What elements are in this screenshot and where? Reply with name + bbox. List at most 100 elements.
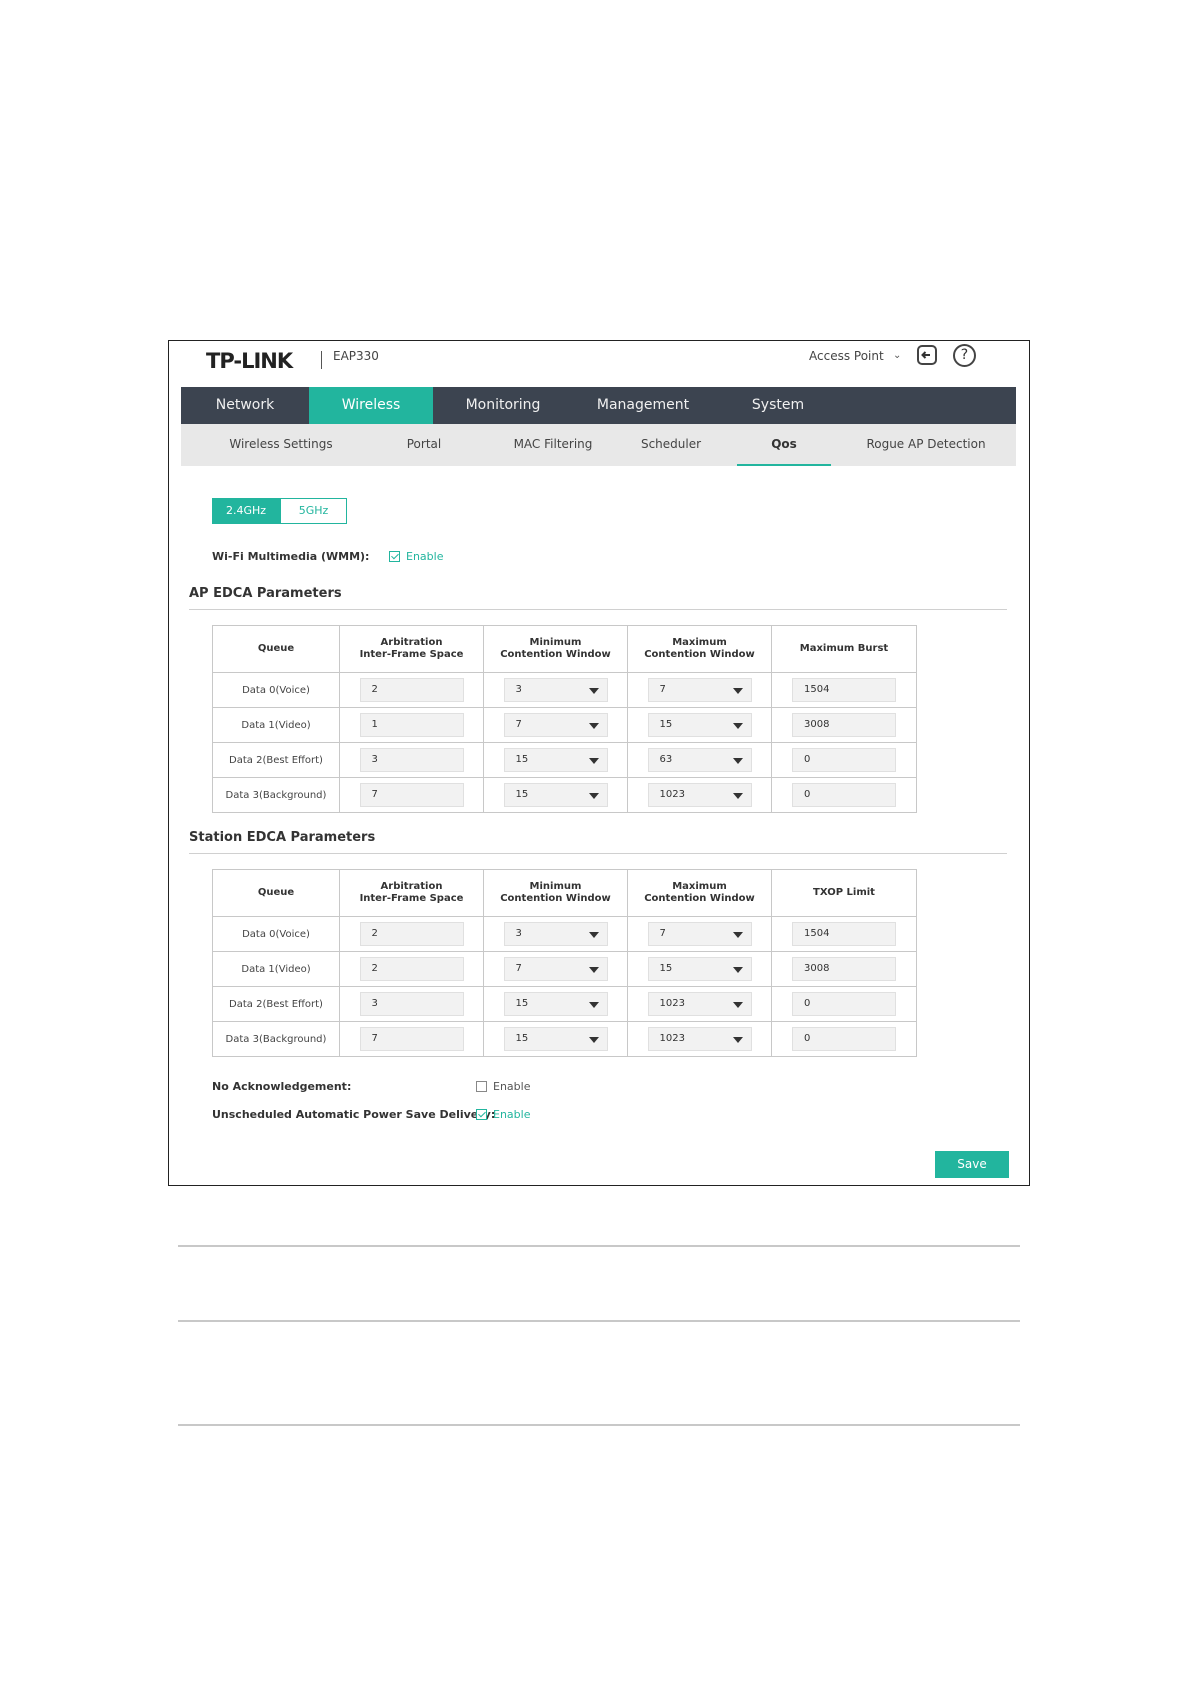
page-divider — [178, 1320, 1020, 1322]
cwmax-select[interactable]: 1023 — [647, 992, 752, 1016]
aifs-input[interactable]: 3 — [359, 992, 464, 1016]
txop-limit-input[interactable]: 0 — [792, 1027, 896, 1051]
main-nav-network[interactable]: Network — [181, 387, 309, 424]
selected-value: 7 — [515, 719, 522, 730]
cwmax-select[interactable]: 1023 — [647, 1027, 752, 1051]
table-row: Data 0(Voice) 2 3 7 1504 — [212, 672, 917, 708]
dropdown-caret-icon — [732, 688, 743, 694]
dropdown-caret-icon — [588, 793, 599, 799]
dropdown-caret-icon — [732, 932, 743, 938]
selected-value: 1023 — [659, 1033, 685, 1044]
aifs-input[interactable]: 2 — [359, 957, 464, 981]
main-nav-system[interactable]: System — [713, 387, 843, 424]
selected-value: 1023 — [659, 998, 685, 1009]
sub-nav-wireless-settings[interactable]: Wireless Settings — [206, 424, 356, 466]
aifs-input[interactable]: 2 — [359, 678, 464, 702]
queue-label: Data 0(Voice) — [212, 916, 340, 952]
page-divider — [178, 1424, 1020, 1426]
device-model: EAP330 — [333, 349, 379, 363]
cwmin-select[interactable]: 15 — [503, 992, 608, 1016]
table-row: Data 2(Best Effort) 3 15 1023 0 — [212, 986, 917, 1022]
dropdown-caret-icon — [732, 723, 743, 729]
dropdown-caret-icon — [588, 1037, 599, 1043]
selected-value: 1023 — [659, 789, 685, 800]
max-burst-input[interactable]: 1504 — [792, 678, 896, 702]
cwmin-select[interactable]: 3 — [503, 678, 608, 702]
queue-label: Data 3(Background) — [212, 777, 340, 813]
sub-nav-rogue-ap-detection[interactable]: Rogue AP Detection — [841, 424, 1011, 466]
cwmax-select[interactable]: 7 — [647, 678, 752, 702]
sub-nav-scheduler[interactable]: Scheduler — [611, 424, 731, 466]
aifs-input[interactable]: 2 — [359, 922, 464, 946]
uapsd-label: Unscheduled Automatic Power Save Deliver… — [212, 1108, 496, 1121]
sub-nav-portal[interactable]: Portal — [369, 424, 479, 466]
chevron-down-icon[interactable]: ⌄ — [893, 350, 901, 361]
max-burst-input[interactable]: 0 — [792, 748, 896, 772]
dropdown-caret-icon — [732, 967, 743, 973]
column-header: Queue — [212, 625, 340, 673]
selected-value: 15 — [515, 789, 529, 800]
selected-value: 15 — [515, 998, 529, 1009]
cwmin-select[interactable]: 15 — [503, 783, 608, 807]
aifs-input[interactable]: 3 — [359, 748, 464, 772]
table-row: Data 3(Background) 7 15 1023 0 — [212, 1021, 917, 1057]
dropdown-caret-icon — [588, 758, 599, 764]
logout-icon[interactable] — [917, 345, 937, 365]
aifs-input[interactable]: 1 — [359, 713, 464, 737]
txop-limit-input[interactable]: 0 — [792, 992, 896, 1016]
no-ack-checkbox[interactable] — [476, 1081, 487, 1092]
selected-value: 15 — [659, 719, 673, 730]
cwmin-select[interactable]: 15 — [503, 748, 608, 772]
sub-nav-qos[interactable]: Qos — [737, 424, 831, 466]
wmm-checkbox[interactable] — [389, 551, 400, 562]
aifs-input[interactable]: 7 — [359, 1027, 464, 1051]
txop-limit-input[interactable]: 1504 — [792, 922, 896, 946]
dropdown-caret-icon — [588, 932, 599, 938]
top-bar: TP-LINK EAP330 Access Point ⌄ ? — [169, 341, 1029, 387]
station-edca-divider — [189, 853, 1007, 854]
table-row: Data 1(Video) 1 7 15 3008 — [212, 707, 917, 743]
mode-selector[interactable]: Access Point — [809, 349, 884, 363]
table-row: Data 2(Best Effort) 3 15 63 0 — [212, 742, 917, 778]
dropdown-caret-icon — [732, 1002, 743, 1008]
tab-2-4ghz[interactable]: 2.4GHz — [212, 498, 280, 524]
column-header: TXOP Limit — [771, 869, 917, 917]
main-nav: Network Wireless Monitoring Management S… — [181, 387, 1016, 424]
uapsd-checkbox[interactable] — [476, 1109, 487, 1120]
aifs-input[interactable]: 7 — [359, 783, 464, 807]
main-nav-monitoring[interactable]: Monitoring — [433, 387, 573, 424]
table-row: Data 0(Voice) 2 3 7 1504 — [212, 916, 917, 952]
max-burst-input[interactable]: 0 — [792, 783, 896, 807]
ap-edca-title: AP EDCA Parameters — [189, 586, 342, 601]
cwmax-select[interactable]: 15 — [647, 713, 752, 737]
selected-value: 15 — [515, 754, 529, 765]
save-button[interactable]: Save — [935, 1151, 1009, 1178]
screenshot-frame: TP-LINK EAP330 Access Point ⌄ ? Network … — [168, 340, 1030, 1186]
no-ack-label: No Acknowledgement: — [212, 1080, 352, 1093]
column-header: Minimum Contention Window — [483, 625, 628, 673]
cwmin-select[interactable]: 15 — [503, 1027, 608, 1051]
cwmax-select[interactable]: 63 — [647, 748, 752, 772]
column-header: Arbitration Inter-Frame Space — [339, 869, 484, 917]
sub-nav-mac-filtering[interactable]: MAC Filtering — [483, 424, 623, 466]
max-burst-input[interactable]: 3008 — [792, 713, 896, 737]
queue-label: Data 2(Best Effort) — [212, 986, 340, 1022]
selected-value: 3 — [515, 684, 522, 695]
cwmax-select[interactable]: 1023 — [647, 783, 752, 807]
help-icon[interactable]: ? — [953, 344, 976, 367]
cwmin-select[interactable]: 3 — [503, 922, 608, 946]
dropdown-caret-icon — [588, 723, 599, 729]
cwmin-select[interactable]: 7 — [503, 713, 608, 737]
cwmax-select[interactable]: 7 — [647, 922, 752, 946]
logo-divider — [321, 351, 322, 369]
uapsd-enable-text: Enable — [493, 1108, 531, 1121]
cwmin-select[interactable]: 7 — [503, 957, 608, 981]
main-nav-wireless[interactable]: Wireless — [309, 387, 433, 424]
dropdown-caret-icon — [588, 967, 599, 973]
main-nav-management[interactable]: Management — [573, 387, 713, 424]
cwmax-select[interactable]: 15 — [647, 957, 752, 981]
dropdown-caret-icon — [732, 793, 743, 799]
table-row: Data 3(Background) 7 15 1023 0 — [212, 777, 917, 813]
tab-5ghz[interactable]: 5GHz — [280, 498, 347, 524]
txop-limit-input[interactable]: 3008 — [792, 957, 896, 981]
